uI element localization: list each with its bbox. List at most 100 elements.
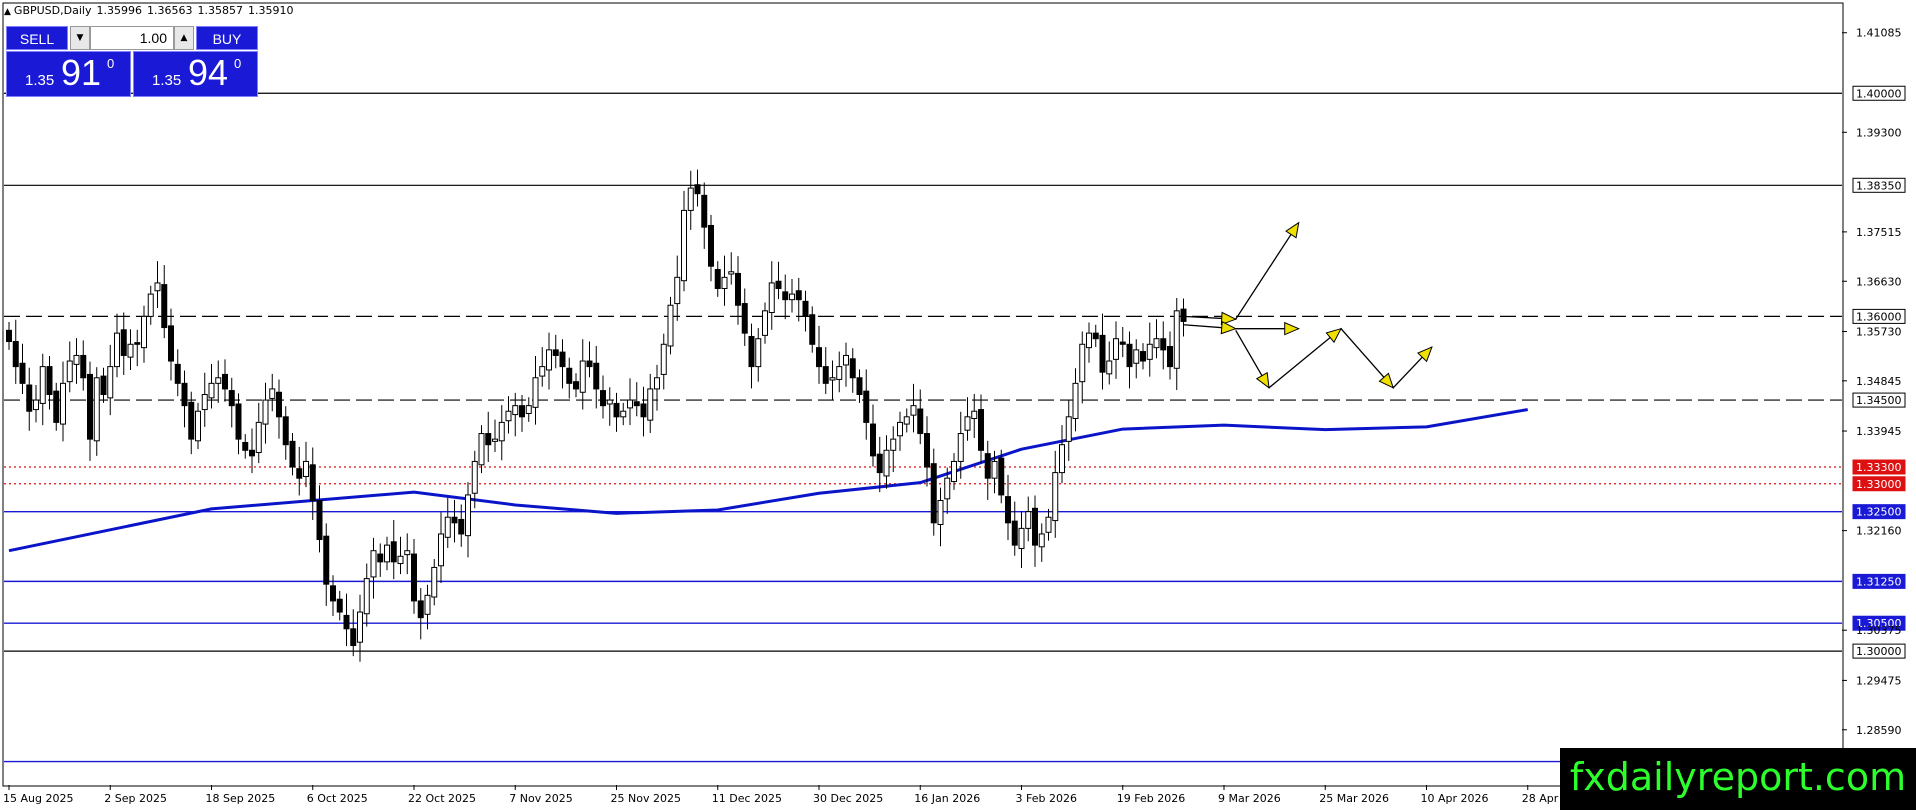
candle-body (957, 433, 964, 462)
candle-body (1126, 343, 1133, 368)
candle-body (168, 325, 174, 362)
candle-body (53, 390, 60, 423)
buy-button[interactable]: BUY (196, 26, 258, 50)
candle-body (350, 628, 357, 647)
candle-body (606, 399, 613, 405)
candle-body (242, 441, 249, 451)
candle-body (971, 410, 978, 419)
low-value: 1.35857 (197, 4, 243, 17)
candle-body (870, 423, 876, 457)
candle-body (222, 373, 228, 390)
candle-body (593, 362, 600, 390)
candle-body (478, 433, 485, 466)
candle-body (762, 310, 768, 336)
candle-body (856, 377, 863, 395)
price-chart[interactable]: 1.41085 1.40000 1.39300 1.38350 1.37515 1.366… (0, 0, 1916, 810)
candle-body (215, 377, 222, 384)
y-axis: 1.41085 1.40000 1.39300 1.38350 1.37515 1.366… (1842, 27, 1906, 737)
level-price-label: 1.31250 (1856, 575, 1902, 588)
candle-body (579, 360, 586, 393)
x-tick-label: 25 Nov 2025 (611, 792, 681, 805)
candle-body (296, 468, 303, 479)
candle-body (809, 314, 816, 345)
candle-body (546, 349, 552, 371)
candle-body (87, 373, 93, 440)
candle-body (930, 463, 937, 524)
x-tick-label: 11 Dec 2025 (712, 792, 782, 805)
candle-body (519, 405, 525, 418)
candle-body (944, 477, 951, 500)
candle-body (681, 209, 687, 282)
candle-body (228, 390, 235, 407)
candle-body (816, 347, 822, 368)
candle-body (397, 555, 404, 565)
lot-decrease-button[interactable]: ▼ (70, 26, 90, 50)
candle-body (262, 399, 269, 425)
candle-body (19, 362, 26, 384)
sell-button[interactable]: SELL (6, 26, 68, 50)
candle-body (255, 421, 262, 454)
lot-increase-button[interactable]: ▲ (174, 26, 194, 50)
candle-body (1079, 343, 1086, 383)
candle-body (910, 405, 917, 416)
candle-body (836, 366, 843, 380)
candle-body (363, 578, 370, 615)
candle-body (1086, 332, 1092, 349)
y-tick-label: 1.28590 (1856, 724, 1902, 737)
x-tick-label: 7 Nov 2025 (509, 792, 572, 805)
candle-body (1092, 332, 1099, 340)
candle-body (843, 354, 849, 366)
candle-body (573, 381, 579, 390)
candle-body (323, 535, 330, 585)
buy-quote-button[interactable]: 1.35 94 0 (133, 51, 258, 97)
candle-body (269, 388, 276, 399)
candle-body (357, 611, 363, 643)
candle-body (80, 354, 87, 379)
y-tick-label: 1.33945 (1856, 425, 1902, 438)
candle-body (66, 360, 73, 383)
open-value: 1.35996 (96, 4, 142, 17)
candle-body (586, 360, 593, 368)
candle-body (1119, 341, 1126, 345)
candle-body (897, 421, 903, 437)
candle-body (174, 363, 181, 384)
candle-body (309, 464, 316, 501)
candle-body (107, 366, 114, 399)
buy-price-pips: 94 (188, 52, 229, 93)
sell-quote-button[interactable]: 1.35 91 0 (6, 51, 131, 97)
candle-body (694, 184, 701, 195)
collapse-triangle-icon[interactable]: ▲ (4, 7, 11, 17)
candle-body (525, 405, 532, 414)
y-tick-label: 1.39300 (1856, 126, 1902, 139)
candle-body (336, 598, 343, 613)
x-tick-label: 6 Oct 2025 (307, 792, 368, 805)
candle-body (714, 269, 721, 290)
candle-body (181, 382, 188, 407)
y-tick-label: 1.36630 (1856, 275, 1902, 288)
level-price-label: 1.33300 (1856, 461, 1902, 474)
candle-body (775, 280, 782, 290)
candle-body (708, 224, 714, 267)
candle-body (687, 187, 694, 211)
candle-body (141, 315, 147, 349)
x-axis: 15 Aug 2025 2 Sep 2025 18 Sep 2025 6 Oct 20… (3, 785, 1590, 805)
candle-body (667, 304, 674, 347)
candle-body (438, 533, 444, 567)
candle-body (721, 276, 728, 290)
candle-body (282, 416, 289, 446)
lot-size-input[interactable]: 1.00 (90, 26, 174, 50)
level-price-label: 1.36000 (1856, 310, 1902, 323)
y-tick-label: 1.29475 (1856, 674, 1902, 687)
candle-body (984, 453, 991, 479)
candle-body (343, 614, 350, 630)
candle-body (613, 402, 620, 418)
candle-body (1160, 338, 1167, 351)
candle-body (512, 405, 519, 416)
candle-body (1106, 360, 1113, 375)
candle-body (451, 516, 458, 524)
candle-body (33, 399, 39, 411)
y-tick-label: 1.30375 (1856, 624, 1902, 637)
candle-body (849, 358, 856, 379)
candle-body (883, 449, 890, 477)
candle-body (1005, 496, 1011, 524)
